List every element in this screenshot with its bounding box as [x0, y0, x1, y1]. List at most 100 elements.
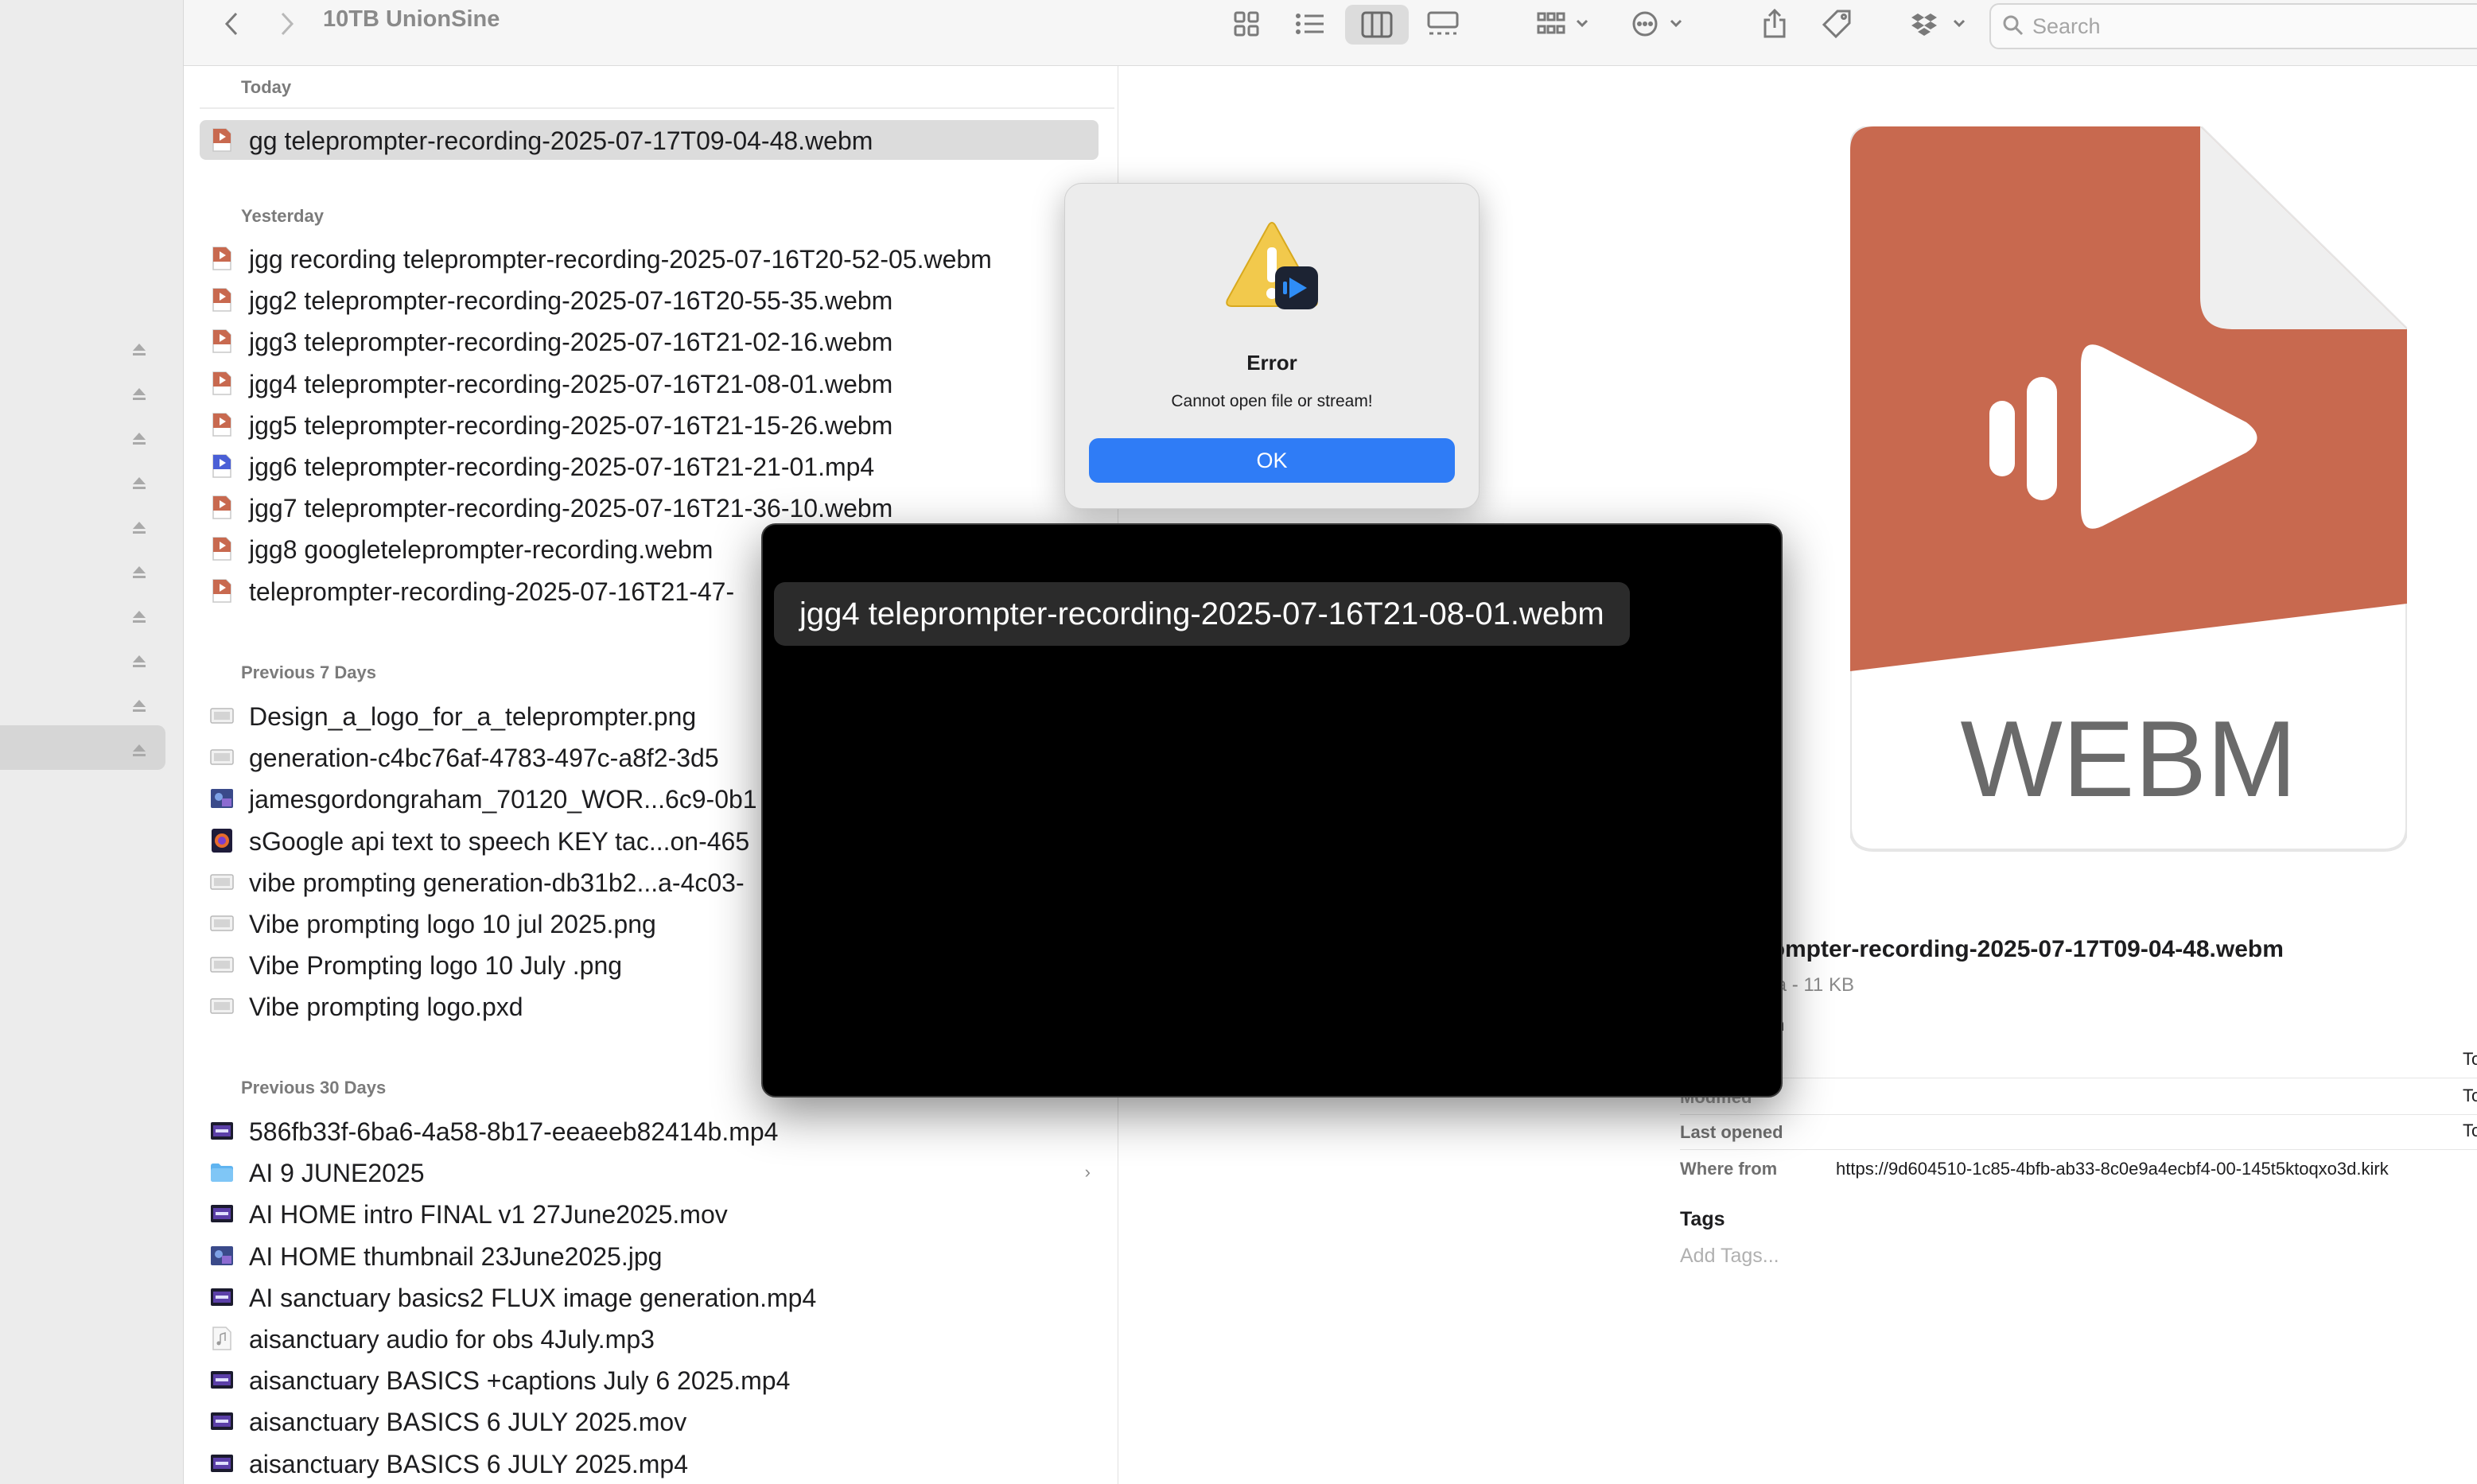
file-name: Vibe prompting logo.pxd [249, 993, 523, 1022]
add-tags-field[interactable]: Add Tags... [1680, 1245, 1779, 1268]
eject-icon[interactable] [130, 519, 148, 536]
file-name: vibe prompting generation-db31b2...a-4c0… [249, 868, 745, 897]
file-row[interactable]: aisanctuary BASICS +captions July 6 2025… [200, 1360, 1099, 1400]
file-row[interactable]: jgg4 teleprompter-recording-2025-07-16T2… [200, 363, 1099, 403]
info-where-from-value[interactable]: https://9d604510-1c85-4bfb-ab33-8c0e9a4e… [1836, 1159, 2389, 1179]
file-name: jgg3 teleprompter-recording-2025-07-16T2… [249, 328, 893, 357]
folder-icon [209, 1160, 235, 1185]
file-row[interactable]: AI sanctuary basics2 FLUX image generati… [200, 1277, 1099, 1317]
image-file-icon [209, 993, 235, 1019]
audio-file-icon [209, 1326, 235, 1351]
file-row[interactable]: jgg5 teleprompter-recording-2025-07-16T2… [200, 405, 1099, 445]
file-name: 586fb33f-6ba6-4a58-8b17-eeaeeb82414b.mp4 [249, 1117, 779, 1146]
info-created-value: To [2463, 1049, 2477, 1069]
file-name: aisanctuary BASICS 6 JULY 2025.mov [249, 1408, 687, 1437]
forward-icon[interactable] [271, 8, 303, 40]
view-gallery-icon[interactable] [1425, 8, 1461, 40]
more-actions-icon[interactable] [1631, 8, 1687, 40]
file-name: AI HOME intro FINAL v1 27June2025.mov [249, 1200, 728, 1230]
chevron-right-icon: › [1084, 1162, 1091, 1183]
firefox-doc-icon [209, 828, 235, 853]
search-icon [2003, 15, 2024, 36]
eject-icon[interactable] [130, 385, 148, 402]
back-icon[interactable] [216, 8, 247, 40]
video-player-window[interactable]: jgg4 teleprompter-recording-2025-07-16T2… [761, 523, 1783, 1097]
file-row[interactable]: aisanctuary BASICS 6 JULY 2025.mp4 [200, 1443, 1099, 1483]
preview-file-name: rompter-recording-2025-07-17T09-04-48.we… [1761, 936, 2284, 962]
tag-icon[interactable] [1819, 8, 1854, 40]
webm-file-icon [209, 287, 235, 313]
view-icons-icon[interactable] [1231, 8, 1262, 40]
toolbar: 10TB UnionSine Search [184, 0, 2477, 66]
section-header-previous-30-days: Previous 30 Days [241, 1078, 387, 1097]
error-dialog: Error Cannot open file or stream! OK [1064, 183, 1480, 509]
tags-label: Tags [1680, 1208, 1725, 1230]
webm-file-icon [209, 412, 235, 437]
search-placeholder: Search [2032, 14, 2101, 38]
file-row[interactable]: AI 9 JUNE2025 › [200, 1152, 1099, 1192]
section-header-previous-7-days: Previous 7 Days [241, 662, 376, 682]
view-columns-button[interactable] [1345, 5, 1409, 45]
file-name: aisanctuary audio for obs 4July.mp3 [249, 1325, 655, 1354]
eject-icon[interactable] [130, 340, 148, 358]
file-name: AI HOME thumbnail 23June2025.jpg [249, 1241, 663, 1271]
window-title: 10TB UnionSine [323, 6, 500, 32]
video-thumb-icon [209, 1118, 235, 1144]
search-field[interactable]: Search [1989, 3, 2477, 49]
image-file-icon [209, 869, 235, 895]
file-row[interactable]: AI HOME intro FINAL v1 27June2025.mov [200, 1194, 1099, 1233]
ok-button[interactable]: OK [1089, 438, 1455, 483]
dialog-title: Error [1246, 351, 1297, 375]
eject-icon[interactable] [130, 474, 148, 491]
file-row[interactable]: gg teleprompter-recording-2025-07-17T09-… [200, 120, 1099, 160]
file-name: jgg2 teleprompter-recording-2025-07-16T2… [249, 286, 893, 316]
eject-icon[interactable] [130, 697, 148, 714]
file-row[interactable]: aisanctuary BASICS 6 JULY 2025.mov [200, 1401, 1099, 1441]
file-row[interactable]: jgg6 teleprompter-recording-2025-07-16T2… [200, 446, 1099, 486]
share-icon[interactable] [1759, 8, 1791, 40]
player-title: jgg4 teleprompter-recording-2025-07-16T2… [774, 582, 1630, 646]
eject-icon[interactable] [130, 429, 148, 447]
video-thumb-icon [209, 1284, 235, 1310]
eject-icon[interactable] [130, 741, 148, 759]
group-by-icon[interactable] [1536, 8, 1592, 40]
file-name: teleprompter-recording-2025-07-16T21-47- [249, 577, 735, 606]
webm-file-icon [209, 495, 235, 520]
info-divider [1680, 1114, 2477, 1115]
section-header-today: Today [241, 77, 292, 97]
file-name: Design_a_logo_for_a_teleprompter.png [249, 702, 697, 731]
file-name: jgg7 teleprompter-recording-2025-07-16T2… [249, 494, 893, 523]
file-name: jgg8 googleteleprompter-recording.webm [249, 535, 714, 565]
file-row[interactable]: aisanctuary audio for obs 4July.mp3 [200, 1319, 1099, 1358]
file-row[interactable]: jgg3 teleprompter-recording-2025-07-16T2… [200, 321, 1099, 361]
video-thumb-icon [209, 1201, 235, 1226]
file-name: jgg6 teleprompter-recording-2025-07-16T2… [249, 453, 875, 481]
image-file-icon [209, 911, 235, 936]
eject-icon[interactable] [130, 563, 148, 581]
section-header-yesterday: Yesterday [241, 206, 324, 226]
file-row[interactable]: jgg7 teleprompter-recording-2025-07-16T2… [200, 488, 1099, 527]
image-file-icon [209, 952, 235, 977]
file-row[interactable]: 586fb33f-6ba6-4a58-8b17-eeaeeb82414b.mp4 [200, 1111, 1099, 1151]
view-list-icon[interactable] [1294, 8, 1326, 40]
webm-file-icon [209, 328, 235, 354]
file-row[interactable]: jgg recording teleprompter-recording-202… [200, 239, 1099, 278]
file-row[interactable]: AI HOME thumbnail 23June2025.jpg [200, 1236, 1099, 1276]
eject-icon[interactable] [130, 652, 148, 670]
info-last-opened-value: To [2463, 1121, 2477, 1140]
info-divider [1680, 1149, 2477, 1150]
info-modified-value: To [2463, 1086, 2477, 1105]
file-name: Vibe Prompting logo 10 July .png [249, 951, 623, 981]
dropbox-icon[interactable] [1910, 8, 1973, 40]
webm-file-icon [209, 371, 235, 396]
warning-icon [1223, 220, 1321, 316]
webm-icon-label: WEBM [1960, 698, 2296, 819]
file-name: AI 9 JUNE2025 [249, 1159, 425, 1188]
eject-icon[interactable] [130, 608, 148, 625]
file-name: jamesgordongraham_70120_WOR...6c9-0b1 [249, 785, 757, 814]
file-row[interactable]: jgg2 teleprompter-recording-2025-07-16T2… [200, 280, 1099, 320]
webm-file-icon [209, 127, 235, 153]
file-name: jgg4 teleprompter-recording-2025-07-16T2… [249, 369, 893, 398]
file-name: generation-c4bc76af-4783-497c-a8f2-3d5 [249, 744, 719, 773]
file-name: aisanctuary BASICS +captions July 6 2025… [249, 1366, 791, 1396]
